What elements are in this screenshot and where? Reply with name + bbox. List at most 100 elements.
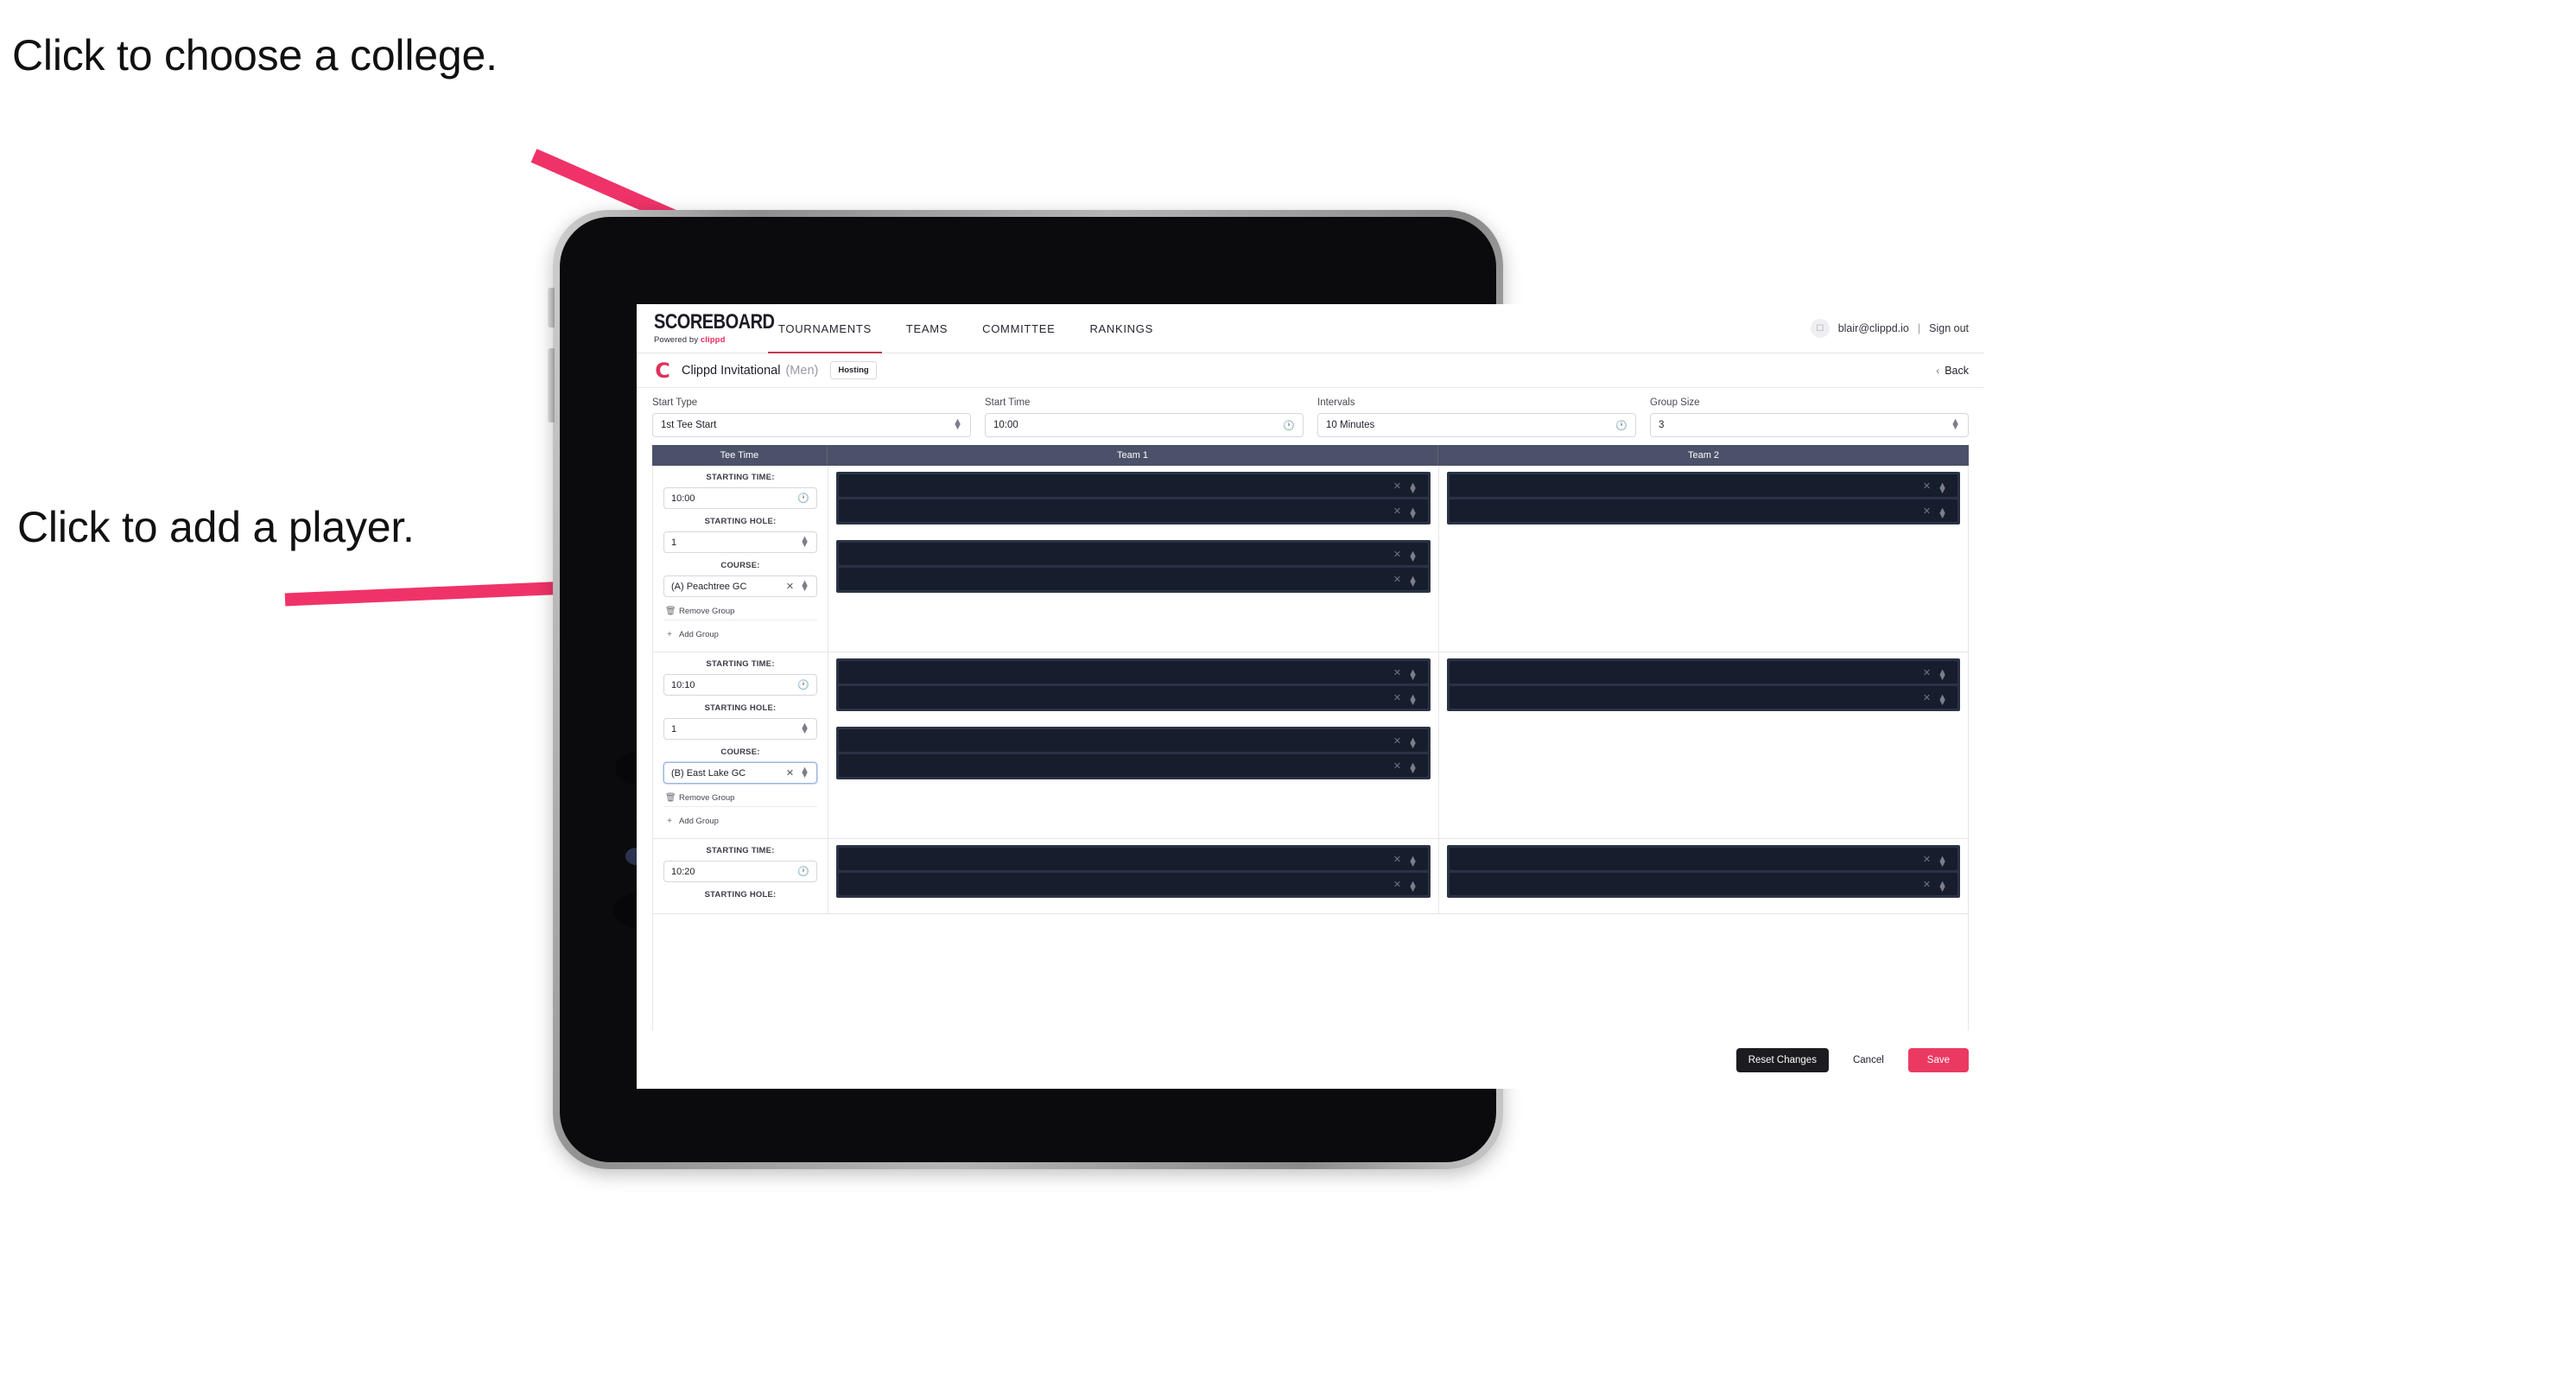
trash-icon: 🗑 [665,607,676,616]
clear-player-icon[interactable]: ✕ [1923,505,1931,517]
player-slot[interactable]: ✕ ▲ ▼ [839,568,1428,590]
player-slot[interactable]: ✕ ▲ ▼ [839,543,1428,565]
back-link[interactable]: ‹ Back [1936,365,1969,377]
add-group-label: Add Group [679,630,719,639]
clear-player-icon[interactable]: ✕ [1923,879,1931,890]
tee-time-table-body[interactable]: STARTING TIME: 10:00 🕐 STARTING HOLE: 1 … [652,466,1969,1031]
input-start-time[interactable]: 10:00 🕐 [985,413,1304,437]
input-starting-hole[interactable]: 1 ▲ ▼ [663,531,817,553]
clear-course-icon[interactable]: ✕ [786,581,794,592]
clear-player-icon[interactable]: ✕ [1393,735,1401,747]
input-intervals[interactable]: 10 Minutes 🕐 [1317,413,1636,437]
nav-tab-committee[interactable]: COMMITTEE [965,304,1072,353]
stepper-icon[interactable]: ▲ ▼ [1408,664,1418,683]
clock-icon[interactable]: 🕐 [797,493,809,504]
player-slot[interactable]: ✕ ▲ ▼ [1450,661,1957,683]
team-2-cell: ✕ ▲ ▼ ✕ ▲ ▼ [1439,466,1968,652]
player-slot[interactable]: ✕ ▲ ▼ [1450,499,1957,522]
player-slot[interactable]: ✕ ▲ ▼ [1450,848,1957,870]
stepper-icon[interactable]: ▲ ▼ [800,765,809,779]
stepper-icon[interactable]: ▲ ▼ [1408,875,1418,894]
player-slot[interactable]: ✕ ▲ ▼ [839,873,1428,895]
clear-player-icon[interactable]: ✕ [1393,574,1401,585]
select-group-size[interactable]: 3 ▲ ▼ [1650,413,1969,437]
player-slot[interactable]: ✕ ▲ ▼ [839,729,1428,752]
clear-player-icon[interactable]: ✕ [1393,879,1401,890]
input-starting-time[interactable]: 10:10 🕐 [663,674,817,696]
stepper-icon[interactable]: ▲ ▼ [1408,689,1418,708]
player-slot[interactable]: ✕ ▲ ▼ [1450,873,1957,895]
cancel-button[interactable]: Cancel [1841,1048,1896,1072]
value-start-type: 1st Tee Start [661,420,717,430]
stepper-icon[interactable]: ▲ ▼ [800,721,809,735]
clear-player-icon[interactable]: ✕ [1923,480,1931,492]
stepper-icon[interactable]: ▲ ▼ [953,417,962,432]
player-slot[interactable]: ✕ ▲ ▼ [839,499,1428,522]
power-button[interactable] [548,288,555,327]
clear-player-icon[interactable]: ✕ [1393,480,1401,492]
select-course[interactable]: (A) Peachtree GC ✕ ▲ ▼ [663,575,817,597]
add-group-button[interactable]: + Add Group [663,626,817,643]
input-starting-hole[interactable]: 1 ▲ ▼ [663,718,817,740]
clear-player-icon[interactable]: ✕ [1393,760,1401,772]
clock-icon[interactable]: 🕐 [1283,420,1295,431]
label-course: COURSE: [720,561,760,570]
stepper-icon[interactable]: ▲ ▼ [1408,757,1418,776]
stepper-icon[interactable]: ▲ ▼ [1938,875,1947,894]
save-button[interactable]: Save [1907,1048,1969,1072]
player-slot-group: ✕ ▲ ▼ ✕ ▲ ▼ [1447,845,1960,898]
stepper-icon[interactable]: ▲ ▼ [1938,850,1947,869]
clear-player-icon[interactable]: ✕ [1923,692,1931,703]
scoreboard-app-window: SCOREBOARD Powered by clippd TOURNAMENTS… [637,304,1984,1089]
stepper-icon[interactable]: ▲ ▼ [1938,502,1947,521]
stepper-icon[interactable]: ▲ ▼ [1408,477,1418,496]
clear-course-icon[interactable]: ✕ [786,767,794,779]
clear-player-icon[interactable]: ✕ [1923,854,1931,865]
clock-icon[interactable]: 🕐 [797,679,809,690]
add-group-label: Add Group [679,817,719,826]
nav-tab-rankings[interactable]: RANKINGS [1072,304,1171,353]
clear-player-icon[interactable]: ✕ [1393,667,1401,678]
select-course[interactable]: (B) East Lake GC ✕ ▲ ▼ [663,762,817,784]
remove-group-button[interactable]: 🗑 Remove Group [663,790,817,807]
stepper-icon[interactable]: ▲ ▼ [1938,689,1947,708]
reset-changes-button[interactable]: Reset Changes [1735,1048,1829,1072]
input-starting-time[interactable]: 10:00 🕐 [663,487,817,509]
player-slot[interactable]: ✕ ▲ ▼ [839,686,1428,709]
stepper-icon[interactable]: ▲ ▼ [1408,545,1418,564]
add-group-button[interactable]: + Add Group [663,813,817,830]
clear-player-icon[interactable]: ✕ [1393,505,1401,517]
stepper-icon[interactable]: ▲ ▼ [1951,417,1960,432]
stepper-icon[interactable]: ▲ ▼ [1408,502,1418,521]
stepper-icon[interactable]: ▲ ▼ [1408,732,1418,751]
player-slot[interactable]: ✕ ▲ ▼ [839,754,1428,777]
clock-icon[interactable]: 🕐 [1615,420,1627,431]
player-slot[interactable]: ✕ ▲ ▼ [839,848,1428,870]
volume-button[interactable] [548,348,555,423]
user-avatar-icon[interactable]: ☐ [1810,319,1830,338]
sign-out-link[interactable]: Sign out [1929,322,1969,334]
clock-icon[interactable]: 🕐 [797,866,809,877]
clear-player-icon[interactable]: ✕ [1393,549,1401,560]
remove-group-button[interactable]: 🗑 Remove Group [663,603,817,620]
player-slot[interactable]: ✕ ▲ ▼ [839,661,1428,683]
filters-row: Start Type 1st Tee Start ▲ ▼ Start Time 1… [637,388,1984,445]
nav-tab-tournaments[interactable]: TOURNAMENTS [761,304,889,353]
stepper-icon[interactable]: ▲ ▼ [800,578,809,593]
nav-tab-teams[interactable]: TEAMS [889,304,965,353]
player-slot[interactable]: ✕ ▲ ▼ [1450,474,1957,497]
stepper-icon[interactable]: ▲ ▼ [1408,850,1418,869]
clear-player-icon[interactable]: ✕ [1393,854,1401,865]
stepper-icon[interactable]: ▲ ▼ [1408,570,1418,589]
scoreboard-logo[interactable]: SCOREBOARD Powered by clippd [637,312,775,345]
select-start-type[interactable]: 1st Tee Start ▲ ▼ [652,413,971,437]
clear-player-icon[interactable]: ✕ [1923,667,1931,678]
input-starting-time[interactable]: 10:20 🕐 [663,861,817,882]
clear-player-icon[interactable]: ✕ [1393,692,1401,703]
team-2-cell: ✕ ▲ ▼ ✕ ▲ ▼ [1439,839,1968,913]
stepper-icon[interactable]: ▲ ▼ [1938,477,1947,496]
player-slot[interactable]: ✕ ▲ ▼ [839,474,1428,497]
player-slot[interactable]: ✕ ▲ ▼ [1450,686,1957,709]
stepper-icon[interactable]: ▲ ▼ [800,534,809,549]
stepper-icon[interactable]: ▲ ▼ [1938,664,1947,683]
